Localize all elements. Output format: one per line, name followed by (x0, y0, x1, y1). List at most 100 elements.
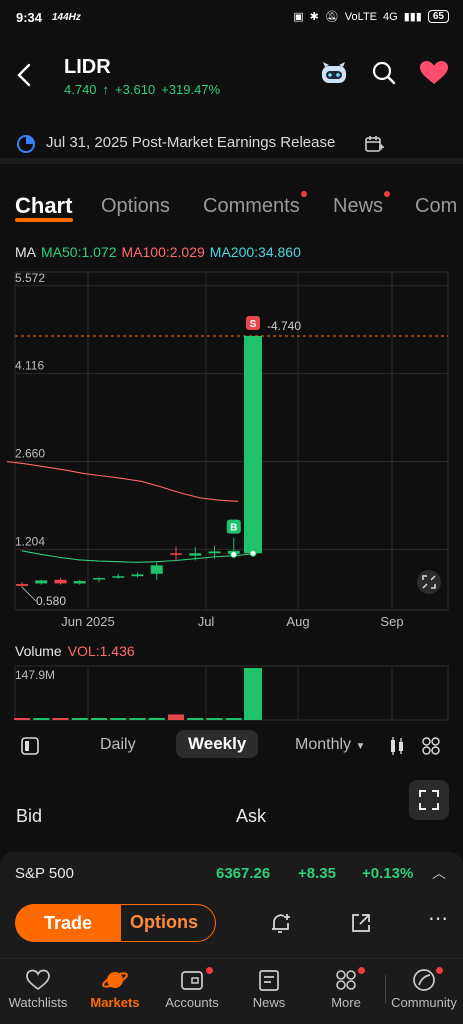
notification-dot (384, 191, 391, 197)
nav-label: Community (391, 995, 457, 1010)
nav-news[interactable]: News (231, 965, 307, 1010)
status-time: 9:34 (16, 10, 43, 25)
header-actions (319, 60, 449, 86)
chevron-down-icon: ▼ (355, 741, 366, 752)
nav-watchlists[interactable]: Watchlists (0, 965, 76, 1010)
price-alert-icon[interactable] (270, 912, 292, 936)
community-icon (413, 969, 435, 991)
sell-marker-label: S (250, 319, 257, 330)
back-arrow-icon[interactable] (14, 62, 34, 88)
volume-chart[interactable]: 147.9M (0, 662, 463, 722)
share-icon[interactable] (350, 912, 372, 934)
battery-level: 65 (427, 10, 449, 23)
quote-row: 4.740 ↑ +3.610 +319.47% (64, 82, 220, 97)
refresh-rate: 144Hz (52, 12, 81, 23)
period-weekly[interactable]: Weekly (176, 730, 259, 758)
candle-body (112, 576, 125, 578)
notification-dot (300, 191, 307, 197)
candle-body (150, 565, 163, 574)
volume-ytick: 147.9M (15, 668, 55, 682)
nav-label: Markets (90, 995, 140, 1010)
chart-labels: 5.572 4.116 2.660 1.204 Jun 2025 Jul Aug Sep S B -… (15, 271, 404, 629)
volume-bar (14, 718, 30, 720)
ma100-line (6, 460, 239, 502)
tab-news[interactable]: News (333, 191, 391, 218)
price-chart[interactable]: 5.572 4.116 2.660 1.204 Jun 2025 Jul Aug Sep S B -… (0, 262, 463, 642)
index-name: S&P 500 (15, 865, 74, 882)
tab-options[interactable]: Options (101, 195, 170, 218)
ma50-value: MA50:1.072 (41, 244, 117, 260)
search-icon[interactable] (371, 60, 397, 86)
candle-body (54, 579, 67, 584)
chart-grid (14, 271, 449, 611)
mute-icon: 🔕︎ (324, 11, 339, 23)
tab-options-label: Options (101, 195, 170, 217)
volume-bar (187, 718, 204, 720)
network-label: VoLTE (344, 10, 378, 23)
more-options-icon[interactable]: ⋯ (428, 906, 450, 931)
x-tick-label: Jun 2025 (61, 614, 115, 629)
nav-label: More (331, 995, 361, 1010)
volume-bar (52, 718, 69, 720)
nav-community[interactable]: Community (386, 965, 462, 1010)
volume-bar (129, 718, 146, 720)
ask-label: Ask (236, 806, 267, 826)
up-arrow-icon: ↑ (102, 82, 110, 97)
volume-bar (71, 718, 88, 720)
bid-ask-row: Bid Ask (0, 780, 463, 832)
ma-point (249, 549, 257, 557)
candle-body (244, 335, 262, 554)
nfc-icon: ▣ (293, 11, 304, 23)
notification-dot (358, 967, 365, 974)
y-tick-label: 5.572 (15, 271, 45, 285)
candle-body (131, 574, 144, 577)
candle-body (208, 551, 221, 554)
earnings-text: Jul 31, 2025 Post-Market Earnings Releas… (46, 134, 336, 151)
favorite-heart-icon[interactable] (419, 60, 449, 86)
earnings-clock-icon (17, 135, 35, 153)
candle-body (35, 580, 48, 584)
nav-markets[interactable]: Markets (77, 965, 153, 1010)
indicators-grid-icon[interactable] (421, 736, 441, 756)
candle-body (16, 584, 28, 586)
x-tick-label: Jul (198, 614, 215, 629)
period-monthly[interactable]: Monthly ▼ (295, 736, 365, 754)
tab-comments-label: Comments (203, 195, 300, 217)
nav-more[interactable]: More (308, 965, 384, 1010)
ma-point (230, 550, 238, 558)
options-button[interactable]: Options (112, 904, 216, 942)
earnings-banner[interactable]: Jul 31, 2025 Post-Market Earnings Releas… (0, 122, 463, 164)
y-tick-label: 4.116 (15, 359, 44, 373)
tab-community[interactable]: Com (415, 195, 457, 218)
ma-legend[interactable]: MA MA50:1.072 MA100:2.029 MA200:34.860 (15, 244, 301, 260)
chevron-up-icon[interactable]: ︿ (432, 863, 446, 883)
sidebar-toggle-icon[interactable] (20, 736, 40, 756)
trade-button[interactable]: Trade (15, 904, 121, 942)
candlestick-type-icon[interactable] (388, 736, 406, 756)
signal-label: 4G (383, 10, 398, 23)
robot-assistant-icon[interactable] (319, 60, 349, 86)
tab-chart[interactable]: Chart (15, 193, 72, 219)
wallet-icon (181, 971, 203, 990)
x-tick-label: Sep (380, 614, 403, 629)
period-daily[interactable]: Daily (100, 736, 136, 754)
volume-bar (206, 718, 223, 720)
last-price-label: -4.740 (267, 319, 301, 333)
ticker-symbol: LIDR (64, 56, 111, 78)
y-tick-label: 1.204 (15, 534, 45, 548)
nav-accounts[interactable]: Accounts (154, 965, 230, 1010)
chart-frame (14, 271, 449, 611)
buy-marker-label: B (230, 523, 237, 534)
action-bar: Trade Options ⋯ (0, 894, 463, 958)
news-icon (259, 970, 279, 991)
status-icons: ▣ ✱ 🔕︎ VoLTE 4G ▮▮▮ 65 (293, 10, 449, 23)
volume-bar (110, 718, 127, 720)
calendar-add-icon[interactable] (364, 134, 384, 154)
index-ticker-bar[interactable]: S&P 500 6367.26 +8.35 +0.13% ︿ (0, 852, 463, 894)
expand-quote-button[interactable] (409, 780, 449, 820)
candle-body (73, 581, 86, 584)
bluetooth-icon: ✱ (309, 11, 319, 23)
fullscreen-chart-icon[interactable] (417, 570, 441, 594)
tab-comments[interactable]: Comments (203, 191, 307, 218)
volume-bar (148, 717, 165, 720)
